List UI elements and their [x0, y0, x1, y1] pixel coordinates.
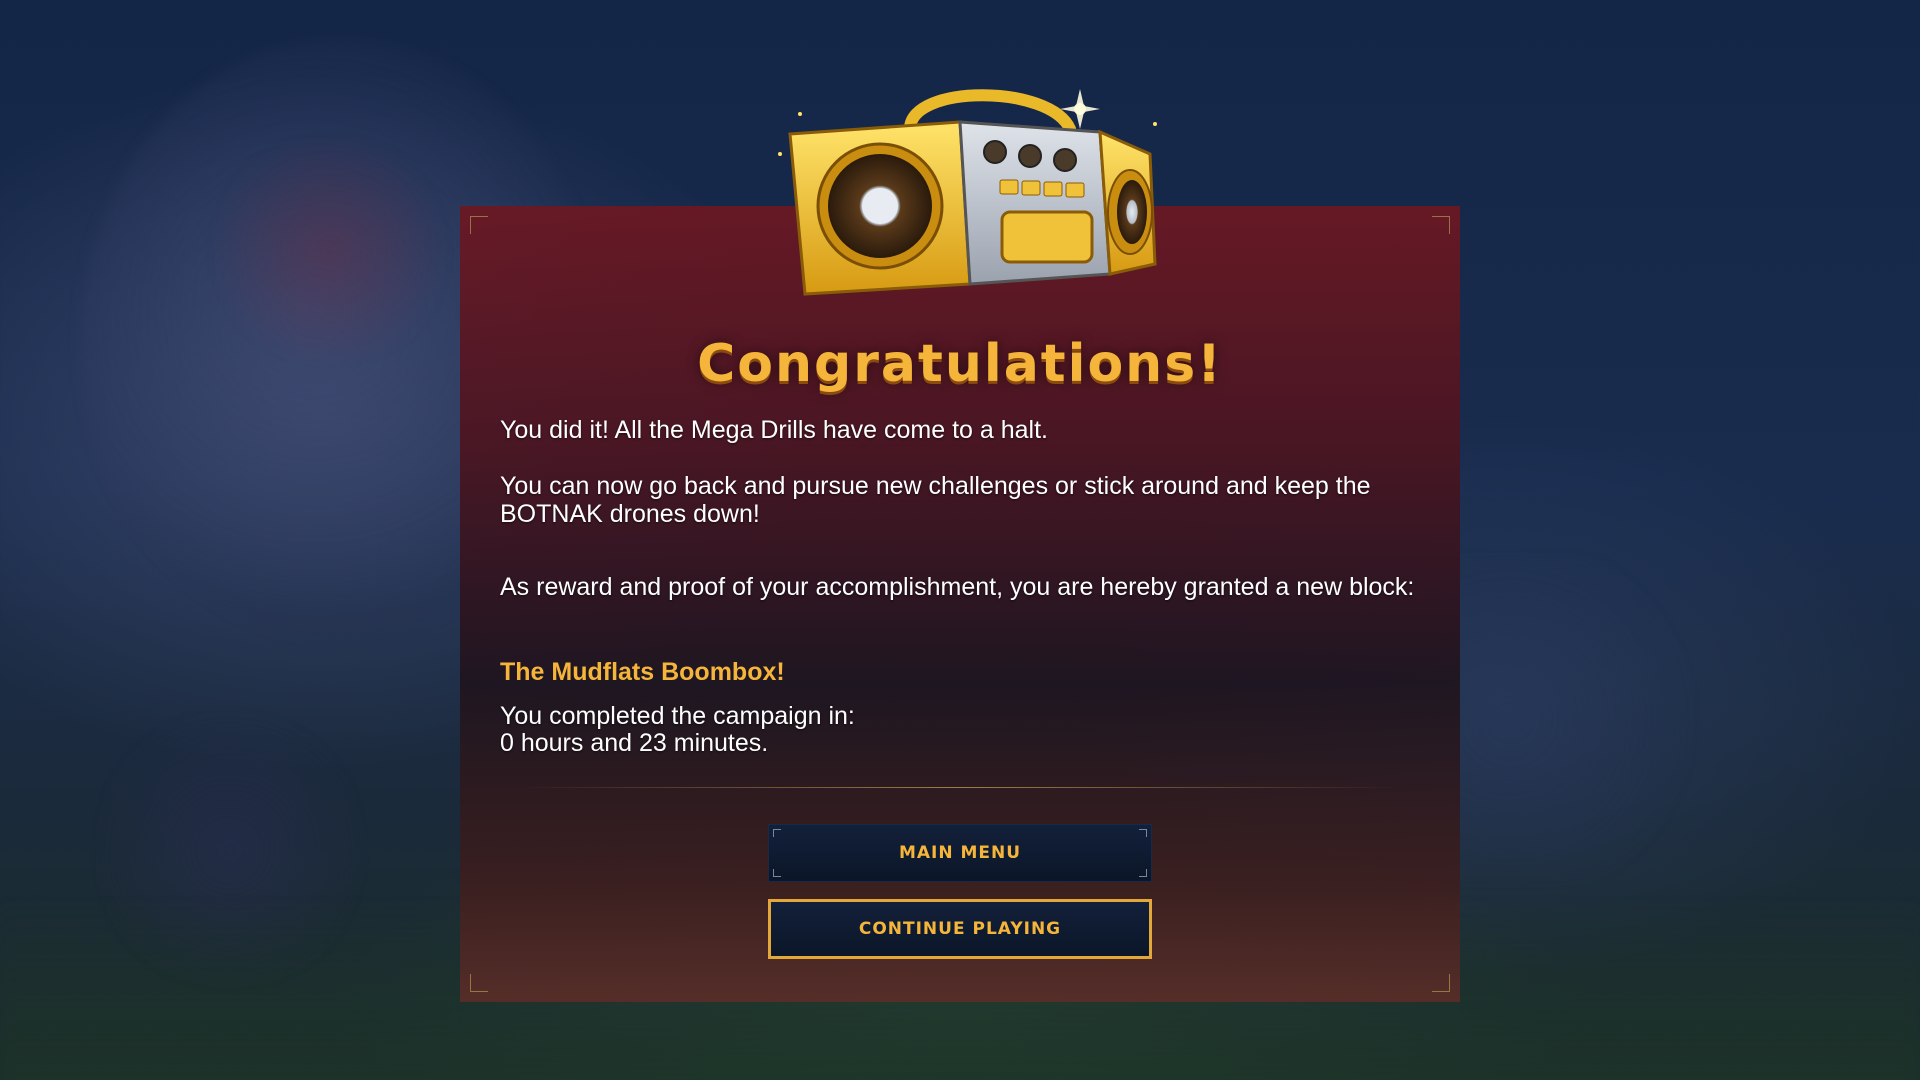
- continue-playing-button[interactable]: CONTINUE PLAYING: [768, 899, 1152, 959]
- corner-ornament: [470, 216, 488, 234]
- button-corner: [773, 869, 781, 877]
- dialog-title: Congratulations!: [697, 334, 1223, 394]
- message-paragraph-1: You did it! All the Mega Drills have com…: [500, 416, 1048, 444]
- reward-name: The Mudflats Boombox!: [500, 658, 785, 686]
- corner-ornament: [1432, 974, 1450, 992]
- corner-ornament: [1432, 216, 1450, 234]
- continue-playing-label: CONTINUE PLAYING: [858, 919, 1062, 939]
- main-menu-label: MAIN MENU: [898, 843, 1022, 863]
- message-paragraph-2: You can now go back and pursue new chall…: [500, 472, 1371, 528]
- completion-time: 0 hours and 23 minutes.: [500, 729, 769, 757]
- button-corner: [1139, 869, 1147, 877]
- divider: [520, 787, 1400, 788]
- background-character-visor: [200, 140, 460, 360]
- message-paragraph-3: As reward and proof of your accomplishme…: [500, 573, 1415, 601]
- boombox-icon: [778, 89, 1157, 296]
- main-menu-button[interactable]: MAIN MENU: [768, 824, 1152, 882]
- corner-ornament: [470, 974, 488, 992]
- congratulations-dialog: Congratulations! You did it! All the Meg…: [460, 206, 1460, 1002]
- button-corner: [773, 829, 781, 837]
- completion-label: You completed the campaign in:: [500, 702, 855, 730]
- button-corner: [1139, 829, 1147, 837]
